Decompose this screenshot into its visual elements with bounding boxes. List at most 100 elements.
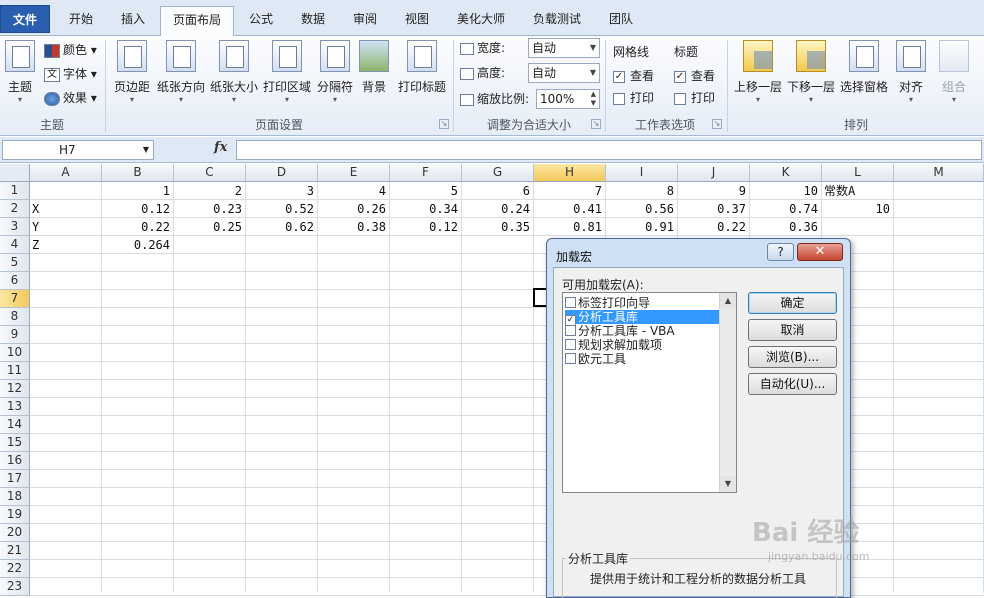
gridlines-view-checkbox[interactable]: ✓ 查看	[613, 66, 654, 86]
row-header[interactable]: 8	[0, 308, 30, 326]
table-cell[interactable]: 5	[390, 182, 462, 200]
column-header[interactable]: F	[390, 164, 462, 182]
scroll-up-icon[interactable]: ▲	[720, 293, 736, 309]
table-cell[interactable]: 0.52	[246, 200, 318, 218]
table-cell[interactable]: 7	[534, 182, 606, 200]
table-cell[interactable]: 0.26	[318, 200, 390, 218]
bring-forward-button[interactable]: 上移一层 ▾	[733, 40, 783, 105]
group-objects-button[interactable]: 组合 ▾	[938, 40, 970, 105]
column-header[interactable]: I	[606, 164, 678, 182]
addin-item-label-printing[interactable]: 标签打印向导	[565, 296, 719, 310]
tab-page-layout[interactable]: 页面布局	[160, 6, 234, 37]
column-header[interactable]: D	[246, 164, 318, 182]
table-cell[interactable]: 3	[246, 182, 318, 200]
table-cell[interactable]: X	[30, 200, 102, 218]
row-header[interactable]: 23	[0, 578, 30, 596]
dialog-launcher-icon[interactable]: ↘	[712, 119, 722, 129]
table-cell[interactable]: 0.35	[462, 218, 534, 236]
row-header[interactable]: 13	[0, 398, 30, 416]
browse-button[interactable]: 浏览(B)...	[748, 346, 837, 368]
align-button[interactable]: 对齐 ▾	[895, 40, 927, 105]
column-header[interactable]: E	[318, 164, 390, 182]
selection-pane-button[interactable]: 选择窗格	[839, 40, 889, 95]
tab-insert[interactable]: 插入	[108, 8, 158, 30]
column-header[interactable]: K	[750, 164, 822, 182]
checkbox[interactable]	[565, 325, 576, 336]
cancel-button[interactable]: 取消	[748, 319, 837, 341]
table-cell[interactable]: 0.34	[390, 200, 462, 218]
help-button[interactable]: ?	[767, 243, 794, 261]
table-cell[interactable]: Y	[30, 218, 102, 236]
checkbox[interactable]	[565, 353, 576, 364]
table-cell[interactable]: 8	[606, 182, 678, 200]
row-header[interactable]: 12	[0, 380, 30, 398]
table-cell[interactable]: Z	[30, 236, 102, 254]
column-header[interactable]: G	[462, 164, 534, 182]
table-cell[interactable]: 0.23	[174, 200, 246, 218]
headings-print-checkbox[interactable]: 打印	[674, 88, 715, 108]
column-header[interactable]: A	[30, 164, 102, 182]
tab-beautify[interactable]: 美化大师	[446, 8, 516, 30]
table-cell[interactable]: 0.41	[534, 200, 606, 218]
checkbox[interactable]	[565, 339, 576, 350]
row-header[interactable]: 1	[0, 182, 30, 200]
tab-load-test[interactable]: 负载测试	[522, 8, 592, 30]
row-header[interactable]: 3	[0, 218, 30, 236]
table-cell[interactable]: 0.91	[606, 218, 678, 236]
column-header[interactable]: H	[534, 164, 606, 182]
background-button[interactable]: 背景	[358, 40, 390, 95]
tab-review[interactable]: 审阅	[342, 8, 388, 30]
breaks-button[interactable]: 分隔符 ▾	[315, 40, 355, 105]
column-header[interactable]: L	[822, 164, 894, 182]
row-header[interactable]: 6	[0, 272, 30, 290]
table-cell[interactable]: 0.36	[750, 218, 822, 236]
table-cell[interactable]: 10	[750, 182, 822, 200]
tab-team[interactable]: 团队	[598, 8, 644, 30]
addin-item-analysis-toolpak[interactable]: ✓ 分析工具库	[565, 310, 719, 326]
table-cell[interactable]: 0.264	[102, 236, 174, 254]
gridlines-print-checkbox[interactable]: 打印	[613, 88, 654, 108]
tab-home[interactable]: 开始	[56, 8, 106, 30]
formula-input[interactable]	[236, 140, 982, 160]
themes-button[interactable]: 主题 ▾	[2, 40, 38, 105]
column-header[interactable]: B	[102, 164, 174, 182]
tab-data[interactable]: 数据	[290, 8, 336, 30]
row-header[interactable]: 15	[0, 434, 30, 452]
row-header[interactable]: 9	[0, 326, 30, 344]
tab-file[interactable]: 文件	[0, 5, 50, 33]
table-cell[interactable]: 4	[318, 182, 390, 200]
insert-function-icon[interactable]: fx	[214, 140, 234, 160]
scale-stepper[interactable]: 100% ▲ ▼	[536, 89, 600, 109]
theme-fonts-button[interactable]: 文字体 ▾	[44, 64, 97, 84]
table-cell[interactable]: 0.24	[462, 200, 534, 218]
table-cell[interactable]: 0.74	[750, 200, 822, 218]
table-cell[interactable]: 0.12	[102, 200, 174, 218]
table-cell[interactable]: 0.56	[606, 200, 678, 218]
print-titles-button[interactable]: 打印标题	[396, 40, 448, 95]
dialog-launcher-icon[interactable]: ↘	[439, 119, 449, 129]
theme-effects-button[interactable]: 效果 ▾	[44, 88, 97, 108]
table-cell[interactable]: 0.25	[174, 218, 246, 236]
row-header[interactable]: 7	[0, 290, 30, 308]
column-header[interactable]: M	[894, 164, 984, 182]
row-header[interactable]: 16	[0, 452, 30, 470]
table-cell[interactable]: 2	[174, 182, 246, 200]
automation-button[interactable]: 自动化(U)...	[748, 373, 837, 395]
scroll-down-icon[interactable]: ▼	[720, 476, 736, 492]
column-header[interactable]: J	[678, 164, 750, 182]
table-cell[interactable]: 6	[462, 182, 534, 200]
row-header[interactable]: 19	[0, 506, 30, 524]
size-button[interactable]: 纸张大小 ▾	[209, 40, 259, 105]
table-cell[interactable]: 0.37	[678, 200, 750, 218]
table-cell[interactable]: 0.81	[534, 218, 606, 236]
ok-button[interactable]: 确定	[748, 292, 837, 314]
height-select[interactable]: 自动 ▼	[528, 63, 600, 83]
send-backward-button[interactable]: 下移一层 ▾	[786, 40, 836, 105]
orientation-button[interactable]: 纸张方向 ▾	[157, 40, 205, 105]
row-header[interactable]: 5	[0, 254, 30, 272]
table-cell[interactable]: 0.22	[678, 218, 750, 236]
table-cell[interactable]: 0.38	[318, 218, 390, 236]
tab-view[interactable]: 视图	[394, 8, 440, 30]
row-header[interactable]: 14	[0, 416, 30, 434]
addin-item-analysis-toolpak-vba[interactable]: 分析工具库 - VBA	[565, 324, 719, 338]
